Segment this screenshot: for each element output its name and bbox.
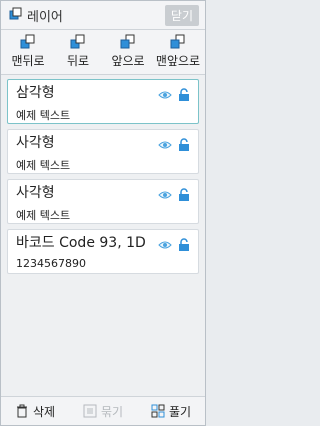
bring-to-front-icon	[170, 34, 185, 49]
delete-button[interactable]: 삭제	[15, 403, 55, 420]
layer-item-3[interactable]: 바코드 Code 93, 1D 1234567890	[7, 229, 199, 274]
trash-icon	[16, 404, 27, 418]
layer-item-1[interactable]: 사각형 예제 텍스트	[7, 129, 199, 174]
send-to-back-label: 맨뒤로	[11, 54, 45, 68]
ungroup-button[interactable]: 풀기	[151, 403, 191, 420]
unlock-icon[interactable]	[178, 88, 190, 102]
layer-actions	[158, 138, 190, 152]
send-to-back-button[interactable]: 맨뒤로	[3, 34, 53, 74]
layer-order-toolbar: 맨뒤로 뒤로 앞으로 맨앞으로	[1, 30, 205, 75]
layers-panel: 레이어 닫기 맨뒤로 뒤로 앞으로 맨앞으로 삼각형 예제 텍스트 사각형 예제…	[0, 0, 206, 426]
panel-footer: 삭제 묶기 풀기	[1, 396, 205, 425]
unlock-icon[interactable]	[178, 188, 190, 202]
delete-label: 삭제	[32, 404, 56, 419]
send-backward-button[interactable]: 뒤로	[53, 34, 103, 74]
layer-actions	[158, 238, 190, 252]
bring-forward-label: 앞으로	[111, 54, 145, 68]
layer-subtitle: 예제 텍스트	[16, 159, 71, 172]
eye-icon[interactable]	[158, 240, 172, 250]
layer-list: 삼각형 예제 텍스트 사각형 예제 텍스트 사각형 예제 텍스트 바코드 Cod…	[1, 75, 205, 274]
layer-subtitle: 예제 텍스트	[16, 209, 71, 222]
layer-actions	[158, 188, 190, 202]
ungroup-icon	[151, 404, 165, 418]
eye-icon[interactable]	[158, 140, 172, 150]
send-to-back-icon	[20, 34, 35, 49]
panel-title: 레이어	[27, 9, 63, 25]
group-icon	[83, 404, 97, 418]
layer-subtitle: 1234567890	[16, 257, 86, 270]
layer-actions	[158, 88, 190, 102]
ungroup-label: 풀기	[168, 404, 192, 419]
panel-title-wrap: 레이어	[9, 6, 63, 25]
layers-icon	[9, 6, 23, 25]
layer-subtitle: 예제 텍스트	[16, 109, 71, 122]
layer-item-2[interactable]: 사각형 예제 텍스트	[7, 179, 199, 224]
panel-header: 레이어 닫기	[1, 1, 205, 30]
bring-forward-button[interactable]: 앞으로	[103, 34, 153, 74]
layer-item-0[interactable]: 삼각형 예제 텍스트	[7, 79, 199, 124]
group-button[interactable]: 묶기	[83, 403, 123, 420]
close-button[interactable]: 닫기	[164, 4, 199, 26]
group-label: 묶기	[100, 404, 124, 419]
send-backward-icon	[70, 34, 85, 49]
send-backward-label: 뒤로	[66, 54, 90, 68]
bring-to-front-button[interactable]: 맨앞으로	[153, 34, 203, 74]
eye-icon[interactable]	[158, 190, 172, 200]
unlock-icon[interactable]	[178, 138, 190, 152]
bring-forward-icon	[120, 34, 135, 49]
bring-to-front-label: 맨앞으로	[155, 54, 201, 68]
eye-icon[interactable]	[158, 90, 172, 100]
unlock-icon[interactable]	[178, 238, 190, 252]
